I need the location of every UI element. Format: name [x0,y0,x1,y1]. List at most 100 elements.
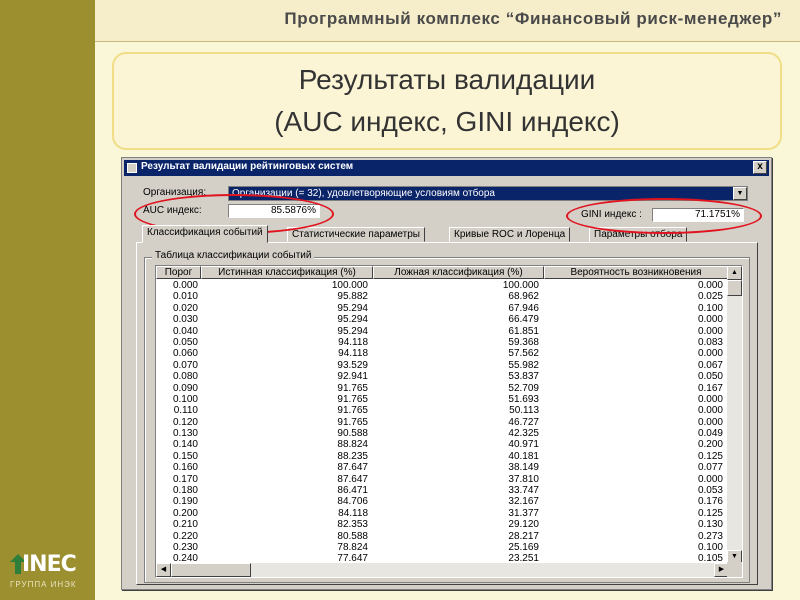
cell-probability: 0.049 [697,428,723,440]
cell-threshold: 0.150 [172,450,198,462]
cell-false-classification: 67.946 [508,302,539,314]
cell-true-classification: 100.000 [331,280,368,291]
scroll-up-icon[interactable]: ▲ [727,266,742,280]
cell-probability: 0.000 [697,416,723,428]
cell-probability: 0.083 [697,336,723,348]
cell-false-classification: 50.113 [509,405,539,417]
table-row[interactable]: 0.220 80.588 28.217 0.273 [156,531,728,542]
table-row[interactable]: 0.200 84.118 31.377 0.125 [156,508,728,519]
groupbox-label: Таблица классификации событий [152,250,315,261]
horizontal-scrollbar[interactable]: ◀ ▶ [156,563,729,577]
table-row[interactable]: 0.140 88.824 40.971 0.200 [156,439,728,450]
cell-probability: 0.000 [697,348,723,360]
cell-threshold: 0.120 [172,416,198,428]
cell-probability: 0.176 [697,496,723,508]
cell-threshold: 0.130 [172,428,198,440]
table-row[interactable]: 0.090 91.765 52.709 0.167 [156,383,728,394]
table-row[interactable]: 0.180 86.471 33.747 0.053 [156,485,728,496]
cell-false-classification: 25.169 [508,541,539,553]
cell-false-classification: 100.000 [502,280,539,291]
close-button[interactable]: x [753,161,767,174]
column-header-threshold[interactable]: Порог [156,266,201,279]
table-row[interactable]: 0.210 82.353 29.120 0.130 [156,519,728,530]
window-title: Результат валидации рейтинговых систем [141,161,354,172]
table-row[interactable]: 0.070 93.529 55.982 0.067 [156,360,728,371]
cell-false-classification: 51.693 [508,393,539,405]
table-row[interactable]: 0.040 95.294 61.851 0.000 [156,326,728,337]
table-row[interactable]: 0.000 100.000 100.000 0.000 [156,280,728,291]
tab-roc-lorenz-curves[interactable]: Кривые ROC и Лоренца [449,227,571,242]
vertical-scrollbar[interactable]: ▲ ▼ [727,266,742,564]
cell-threshold: 0.010 [172,291,198,303]
table-row[interactable]: 0.230 78.824 25.169 0.100 [156,542,728,553]
cell-true-classification: 86.471 [337,485,368,497]
cell-threshold: 0.080 [172,371,198,383]
cell-threshold: 0.190 [172,496,198,508]
cell-true-classification: 91.765 [337,382,368,394]
cell-probability: 0.125 [697,507,723,519]
classification-table[interactable]: Порог Истинная классификация (%) Ложная … [155,265,743,578]
cell-false-classification: 40.971 [508,439,539,451]
table-row[interactable]: 0.190 84.706 32.167 0.176 [156,496,728,507]
cell-false-classification: 28.217 [508,530,539,542]
gini-highlight-ellipse [566,198,762,234]
cell-false-classification: 46.727 [508,416,539,428]
table-row[interactable]: 0.170 87.647 37.810 0.000 [156,474,728,485]
table-row[interactable]: 0.010 95.882 68.962 0.025 [156,291,728,302]
cell-threshold: 0.000 [172,280,198,291]
table-row[interactable]: 0.160 87.647 38.149 0.077 [156,462,728,473]
table-row[interactable]: 0.150 88.235 40.181 0.125 [156,451,728,462]
cell-threshold: 0.100 [172,393,198,405]
table-row[interactable]: 0.100 91.765 51.693 0.000 [156,394,728,405]
cell-true-classification: 95.294 [337,314,368,326]
window-titlebar[interactable]: Результат валидации рейтинговых систем x [124,160,769,176]
cell-false-classification: 37.810 [508,473,539,485]
cell-threshold: 0.110 [173,405,198,417]
cell-probability: 0.200 [697,439,723,451]
cell-probability: 0.050 [697,371,723,383]
table-row[interactable]: 0.050 94.118 59.368 0.083 [156,337,728,348]
horizontal-scroll-thumb[interactable] [171,563,251,577]
scroll-left-icon[interactable]: ◀ [156,563,171,577]
table-row[interactable]: 0.030 95.294 66.479 0.000 [156,314,728,325]
cell-true-classification: 91.765 [337,405,368,417]
table-row[interactable]: 0.120 91.765 46.727 0.000 [156,417,728,428]
tab-event-classification[interactable]: Классификация событий [142,225,268,243]
vertical-scroll-thumb[interactable] [727,280,742,296]
cell-true-classification: 88.235 [337,450,368,462]
cell-false-classification: 31.377 [508,507,539,519]
cell-false-classification: 52.709 [508,382,539,394]
cell-probability: 0.167 [697,382,723,394]
cell-true-classification: 91.765 [337,416,368,428]
cell-true-classification: 91.765 [337,393,368,405]
logo-mark: INEC [22,552,77,577]
cell-false-classification: 55.982 [508,359,539,371]
slide-title: Результаты валидации [298,64,596,95]
company-logo: INEC ГРУППА ИНЭК [8,552,92,594]
cell-threshold: 0.020 [172,302,198,314]
column-header-probability[interactable]: Вероятность возникновения [544,266,728,279]
chevron-down-icon[interactable]: ▼ [733,187,747,200]
cell-threshold: 0.230 [172,541,198,553]
table-row[interactable]: 0.060 94.118 57.562 0.000 [156,348,728,359]
column-header-false-classification[interactable]: Ложная классификация (%) [373,266,544,279]
tab-statistical-parameters[interactable]: Статистические параметры [287,227,425,242]
cell-false-classification: 66.479 [508,314,539,326]
table-row[interactable]: 0.110 91.765 50.113 0.000 [156,405,728,416]
cell-true-classification: 87.647 [337,473,368,485]
cell-threshold: 0.220 [172,530,198,542]
cell-probability: 0.077 [697,462,723,474]
table-row[interactable]: 0.020 95.294 67.946 0.100 [156,303,728,314]
slide-header-title: Программный комплекс “Финансовый риск-ме… [284,9,782,28]
table-row[interactable]: 0.130 90.588 42.325 0.049 [156,428,728,439]
cell-false-classification: 57.562 [508,348,539,360]
table-row[interactable]: 0.080 92.941 53.837 0.050 [156,371,728,382]
cell-probability: 0.100 [697,541,723,553]
cell-probability: 0.130 [697,519,723,531]
cell-threshold: 0.070 [172,359,198,371]
cell-false-classification: 53.837 [508,371,539,383]
cell-threshold: 0.180 [172,485,198,497]
cell-false-classification: 59.368 [508,336,539,348]
column-header-true-classification[interactable]: Истинная классификация (%) [201,266,373,279]
slide-title-box: Результаты валидации (AUC индекс, GINI и… [112,52,782,150]
